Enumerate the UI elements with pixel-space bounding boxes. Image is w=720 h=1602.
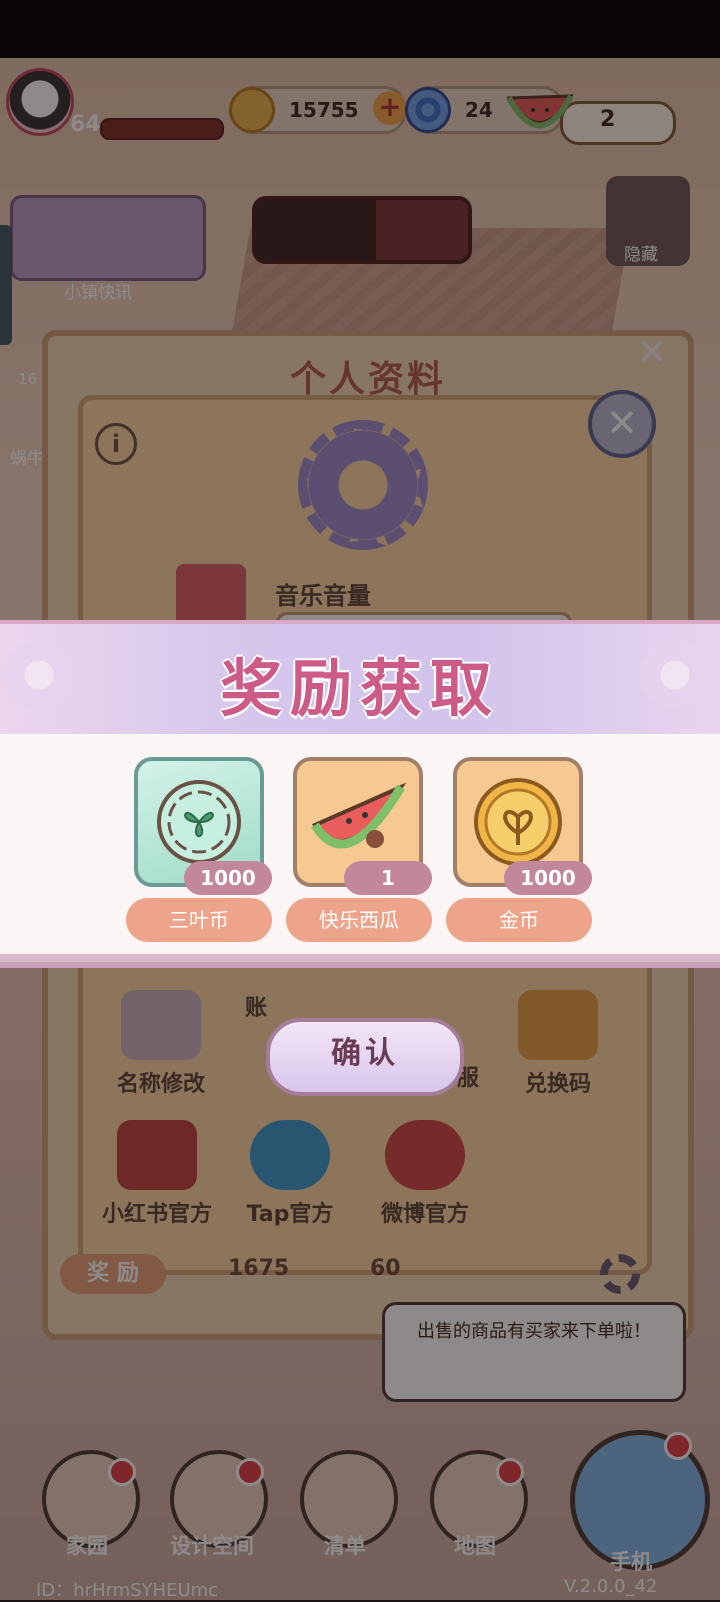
reward-name: 金币: [446, 898, 592, 942]
reward-qty: 1000: [184, 861, 272, 895]
confirm-button[interactable]: 确认: [266, 1018, 464, 1096]
reward-name: 三叶币: [126, 898, 272, 942]
reward-name: 快乐西瓜: [286, 898, 432, 942]
reward-qty: 1000: [504, 861, 592, 895]
reward-panel-border: [0, 962, 720, 968]
reward-title: 奖励获取: [219, 652, 500, 725]
reward-qty: 1: [344, 861, 432, 895]
